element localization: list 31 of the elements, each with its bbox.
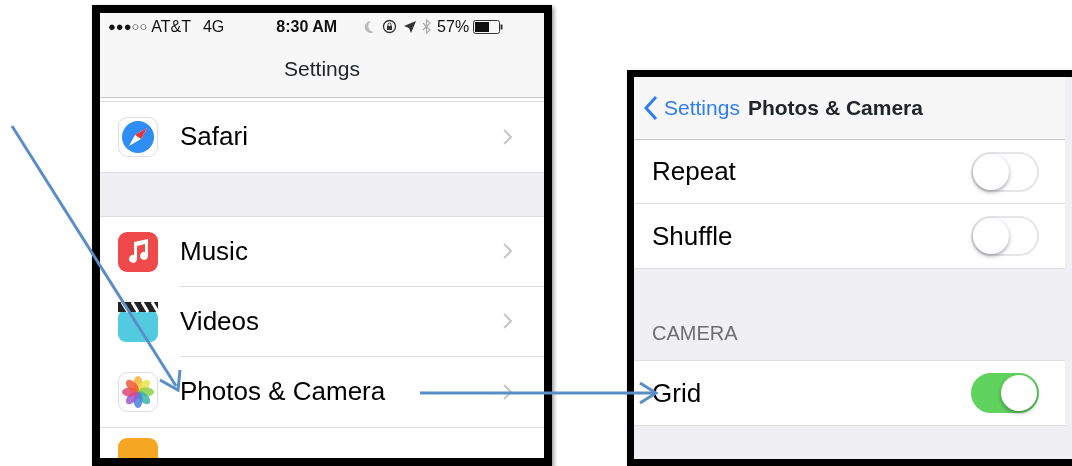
battery-percent: 57%	[437, 16, 470, 37]
settings-row[interactable]: Videos	[180, 287, 544, 357]
status-time: 8:30 AM	[276, 16, 338, 37]
network-type: 4G	[202, 16, 225, 37]
signal-dots: ●●●○○	[108, 18, 148, 37]
back-chevron-icon	[644, 95, 658, 121]
screen-title: Photos & Camera	[747, 95, 923, 122]
carrier-name: AT&T	[151, 16, 191, 37]
location-arrow-icon	[404, 20, 417, 33]
row-label: Repeat	[652, 155, 736, 188]
clapperboard-icon	[118, 302, 158, 342]
chevron-icon	[503, 243, 512, 260]
section-header: CAMERA	[652, 321, 738, 346]
music-note-icon	[118, 232, 158, 272]
compass-icon	[118, 116, 158, 157]
back-button[interactable]: Settings	[644, 92, 740, 124]
chevron-icon	[503, 128, 512, 145]
toggle-switch[interactable]	[971, 373, 1039, 413]
screen-title: Settings	[284, 56, 360, 82]
rotation-lock-icon	[382, 19, 398, 35]
bluetooth-icon	[422, 19, 432, 35]
flower-icon	[118, 372, 158, 412]
chevron-icon	[503, 313, 512, 330]
app-icon	[118, 438, 158, 458]
row-label: Shuffle	[652, 219, 733, 253]
battery-icon	[473, 19, 504, 34]
settings-row[interactable]: Music	[180, 217, 544, 287]
row-label: Grid	[652, 376, 702, 410]
chevron-icon	[503, 384, 512, 400]
settings-row[interactable]: Photos & Camera	[180, 357, 544, 427]
moon-icon	[363, 19, 376, 34]
